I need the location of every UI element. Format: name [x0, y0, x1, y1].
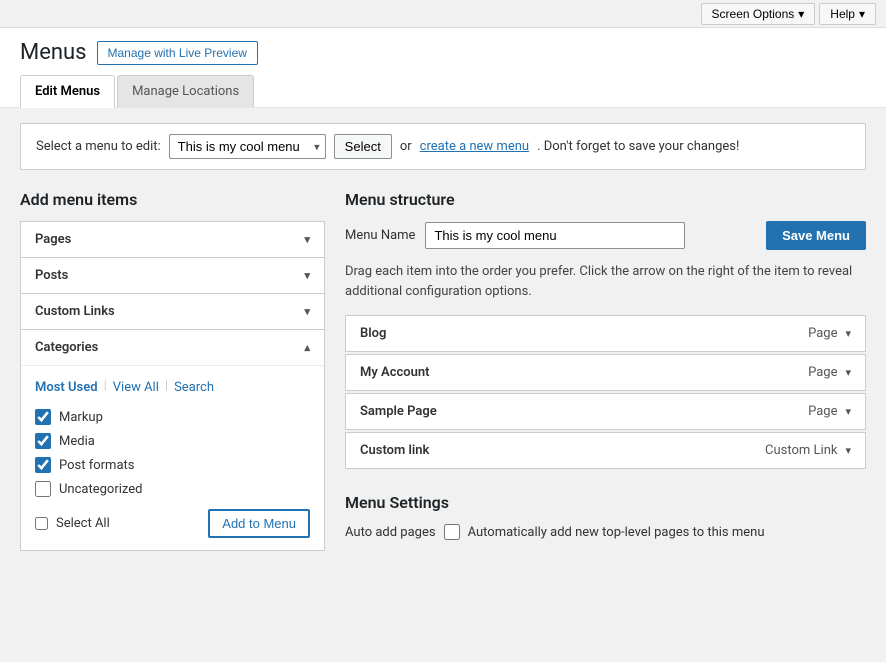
tab-edit-menus[interactable]: Edit Menus [20, 75, 115, 108]
category-item-uncategorized[interactable]: Uncategorized [35, 481, 310, 497]
select-menu-label: Select a menu to edit: [36, 139, 161, 154]
save-menu-button[interactable]: Save Menu [766, 221, 866, 250]
menu-item-my-account-type: Page ▾ [808, 365, 851, 380]
accordion-categories-label: Categories [35, 340, 98, 355]
menu-items-list: Blog Page ▾ My Account Page ▾ Sample Pag… [345, 315, 866, 469]
accordion-header-custom-links[interactable]: Custom Links ▾ [21, 294, 324, 329]
accordion-item-posts: Posts ▾ [21, 258, 324, 294]
accordion-custom-links-label: Custom Links [35, 304, 115, 319]
cat-tab-most-used[interactable]: Most Used [35, 378, 98, 397]
menu-item-custom-link: Custom link Custom Link ▾ [345, 432, 866, 469]
select-menu-bar: Select a menu to edit: This is my cool m… [20, 123, 866, 170]
live-preview-button[interactable]: Manage with Live Preview [97, 41, 258, 65]
page-title: Menus [20, 40, 87, 65]
tabs-nav: Edit Menus Manage Locations [20, 75, 866, 107]
category-label-post-formats: Post formats [59, 458, 135, 473]
accordion-footer: Select All Add to Menu [35, 509, 310, 538]
category-checkbox-post-formats[interactable] [35, 457, 51, 473]
menu-name-label: Menu Name [345, 228, 415, 243]
category-item-post-formats[interactable]: Post formats [35, 457, 310, 473]
category-label-media: Media [59, 434, 95, 449]
menu-item-my-account-arrow-icon[interactable]: ▾ [845, 366, 851, 379]
menu-item-blog: Blog Page ▾ [345, 315, 866, 352]
cat-tab-view-all[interactable]: View All [113, 378, 159, 397]
after-link-text: . Don't forget to save your changes! [537, 139, 739, 154]
accordion-posts-arrow-icon: ▾ [304, 269, 310, 282]
menu-name-input[interactable] [425, 222, 685, 249]
auto-add-description: Automatically add new top-level pages to… [468, 525, 765, 540]
menu-item-blog-label: Blog [360, 326, 386, 341]
menu-dropdown-wrap: This is my cool menu [169, 134, 326, 159]
accordion-item-categories: Categories ▴ Most Used | View All | Sear… [21, 330, 324, 550]
help-button[interactable]: Help ▾ [819, 3, 876, 25]
help-arrow-icon: ▾ [859, 7, 865, 21]
auto-add-label: Auto add pages [345, 525, 436, 540]
menu-item-sample-page: Sample Page Page ▾ [345, 393, 866, 430]
menu-settings-title: Menu Settings [345, 493, 866, 512]
menu-item-sample-page-label: Sample Page [360, 404, 437, 419]
two-col-layout: Add menu items Pages ▾ Posts ▾ [20, 190, 866, 551]
create-new-menu-link[interactable]: create a new menu [420, 139, 529, 154]
top-bar: Screen Options ▾ Help ▾ [0, 0, 886, 28]
drag-hint: Drag each item into the order you prefer… [345, 262, 866, 301]
or-text: or [400, 139, 412, 154]
menu-structure-panel: Menu structure Menu Name Save Menu Drag … [345, 190, 866, 551]
category-checkbox-markup[interactable] [35, 409, 51, 425]
auto-add-row: Auto add pages Automatically add new top… [345, 524, 866, 540]
accordion-custom-links-arrow-icon: ▾ [304, 305, 310, 318]
category-checkbox-media[interactable] [35, 433, 51, 449]
auto-add-checkbox[interactable] [444, 524, 460, 540]
accordion: Pages ▾ Posts ▾ Custom Links ▾ [20, 221, 325, 551]
menu-select[interactable]: This is my cool menu [169, 134, 326, 159]
page-title-row: Menus Manage with Live Preview [20, 40, 866, 65]
menu-item-my-account-label: My Account [360, 365, 430, 380]
main-content: Select a menu to edit: This is my cool m… [0, 108, 886, 566]
menu-item-sample-page-arrow-icon[interactable]: ▾ [845, 405, 851, 418]
menu-item-custom-link-type: Custom Link ▾ [765, 443, 851, 458]
accordion-pages-arrow-icon: ▾ [304, 233, 310, 246]
category-checkbox-uncategorized[interactable] [35, 481, 51, 497]
add-to-menu-button[interactable]: Add to Menu [208, 509, 310, 538]
category-label-markup: Markup [59, 410, 103, 425]
menu-settings: Menu Settings Auto add pages Automatical… [345, 493, 866, 540]
category-checkbox-list: Markup Media Post formats [35, 409, 310, 497]
menu-item-custom-link-arrow-icon[interactable]: ▾ [845, 444, 851, 457]
menu-item-sample-page-type: Page ▾ [808, 404, 851, 419]
accordion-pages-label: Pages [35, 232, 71, 247]
category-label-uncategorized: Uncategorized [59, 482, 142, 497]
category-item-media[interactable]: Media [35, 433, 310, 449]
screen-options-button[interactable]: Screen Options ▾ [701, 3, 816, 25]
tab-manage-locations[interactable]: Manage Locations [117, 75, 254, 107]
menu-name-row: Menu Name Save Menu [345, 221, 866, 250]
screen-options-arrow-icon: ▾ [798, 7, 804, 21]
select-button[interactable]: Select [334, 134, 392, 159]
cat-tab-search[interactable]: Search [174, 378, 214, 397]
select-all-text: Select All [56, 516, 110, 531]
screen-options-label: Screen Options [712, 7, 795, 21]
menu-structure-title: Menu structure [345, 190, 866, 209]
menu-item-my-account: My Account Page ▾ [345, 354, 866, 391]
accordion-header-posts[interactable]: Posts ▾ [21, 258, 324, 293]
category-item-markup[interactable]: Markup [35, 409, 310, 425]
accordion-header-categories[interactable]: Categories ▴ [21, 330, 324, 365]
add-menu-items-title: Add menu items [20, 190, 325, 209]
select-all-label[interactable]: Select All [35, 516, 110, 531]
help-label: Help [830, 7, 855, 21]
select-all-checkbox[interactable] [35, 517, 48, 530]
accordion-item-pages: Pages ▾ [21, 222, 324, 258]
page-header: Menus Manage with Live Preview Edit Menu… [0, 28, 886, 108]
category-tabs: Most Used | View All | Search [35, 378, 310, 397]
accordion-item-custom-links: Custom Links ▾ [21, 294, 324, 330]
add-menu-items-panel: Add menu items Pages ▾ Posts ▾ [20, 190, 325, 551]
accordion-categories-arrow-icon: ▴ [304, 341, 310, 354]
accordion-posts-label: Posts [35, 268, 68, 283]
accordion-content-categories: Most Used | View All | Search Markup [21, 365, 324, 550]
accordion-header-pages[interactable]: Pages ▾ [21, 222, 324, 257]
menu-item-blog-type: Page ▾ [808, 326, 851, 341]
menu-item-custom-link-label: Custom link [360, 443, 429, 458]
menu-item-blog-arrow-icon[interactable]: ▾ [845, 327, 851, 340]
